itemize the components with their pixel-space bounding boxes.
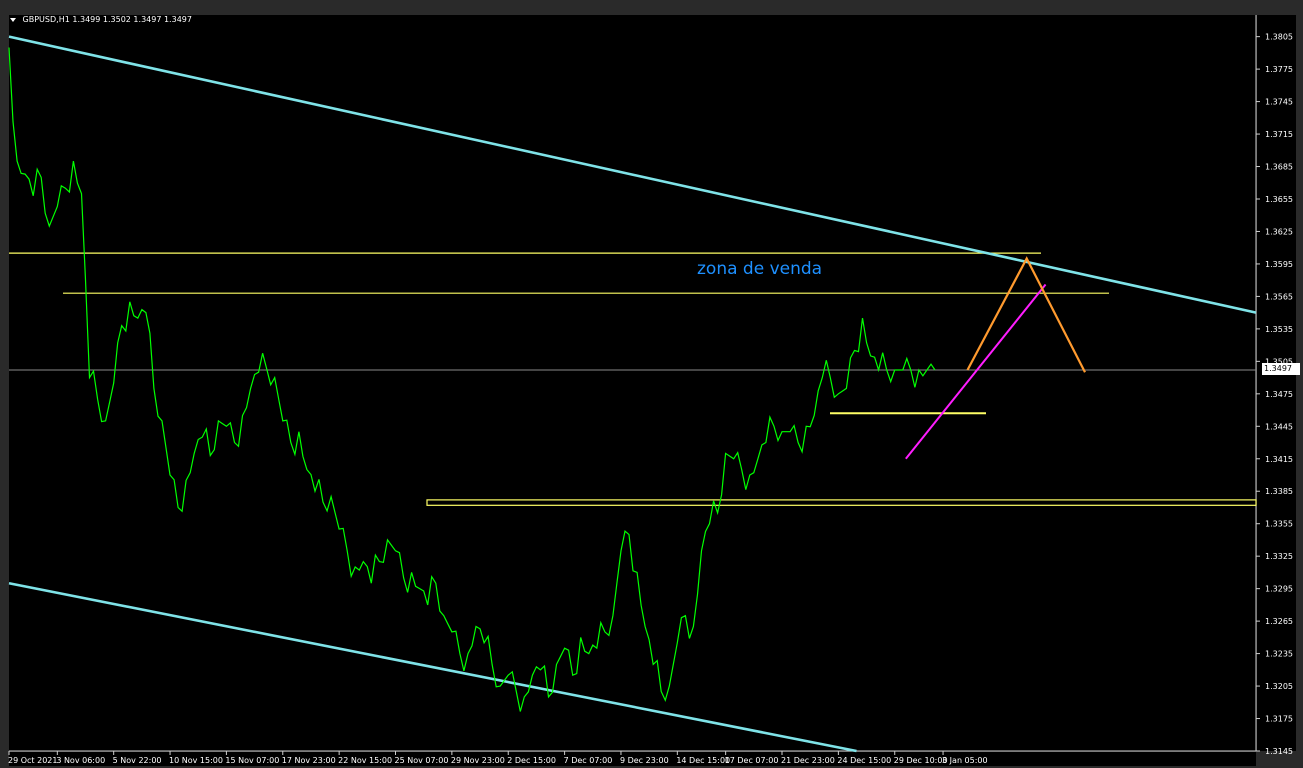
x-tick-label: 25 Nov 07:00	[395, 756, 449, 765]
y-tick-label: 1.3415	[1265, 455, 1293, 464]
x-tick-label: 5 Nov 22:00	[113, 756, 162, 765]
y-tick-label: 1.3775	[1265, 65, 1293, 74]
x-tick-label: 24 Dec 15:00	[837, 756, 891, 765]
x-tick-label: 10 Nov 15:00	[169, 756, 223, 765]
chart-header: GBPUSD,H1 1.3499 1.3502 1.3497 1.3497	[10, 15, 192, 24]
y-tick-label: 1.3385	[1265, 487, 1293, 496]
ohlc-values: 1.3499 1.3502 1.3497 1.3497	[72, 15, 192, 24]
x-tick-label: 29 Oct 2021	[8, 756, 57, 765]
y-tick-label: 1.3655	[1265, 195, 1293, 204]
x-tick-label: 17 Nov 23:00	[282, 756, 336, 765]
x-tick-label: 3 Nov 06:00	[56, 756, 105, 765]
y-tick-label: 1.3325	[1265, 552, 1293, 561]
x-tick-label: 29 Nov 23:00	[451, 756, 505, 765]
current-price-tag: 1.3497	[1262, 363, 1300, 375]
x-tick-label: 17 Dec 07:00	[725, 756, 779, 765]
dropdown-caret-icon[interactable]	[10, 17, 16, 22]
x-tick-label: 29 Dec 10:00	[894, 756, 948, 765]
symbol-label: GBPUSD,H1	[22, 15, 70, 24]
y-tick-label: 1.3265	[1265, 617, 1293, 626]
y-tick-label: 1.3205	[1265, 682, 1293, 691]
x-tick-label: 21 Dec 23:00	[781, 756, 835, 765]
y-tick-label: 1.3355	[1265, 520, 1293, 529]
y-tick-label: 1.3685	[1265, 163, 1293, 172]
y-tick-label: 1.3295	[1265, 585, 1293, 594]
sell-zone-annotation[interactable]: zona de venda	[697, 259, 822, 279]
x-tick-label: 22 Nov 15:00	[338, 756, 392, 765]
x-tick-label: 3 Jan 05:00	[942, 756, 988, 765]
x-tick-label: 14 Dec 15:00	[676, 756, 730, 765]
y-tick-label: 1.3475	[1265, 390, 1293, 399]
x-tick-label: 15 Nov 07:00	[225, 756, 279, 765]
chart-window: 1.3805 1.3775 1.3745 1.3715 1.3685 1.3655 1.36…	[0, 0, 1303, 768]
y-tick-label: 1.3145	[1265, 747, 1293, 756]
y-axis-panel	[1257, 15, 1296, 751]
y-tick-label: 1.3595	[1265, 260, 1293, 269]
x-tick-label: 9 Dec 23:00	[620, 756, 669, 765]
x-tick-label: 7 Dec 07:00	[564, 756, 613, 765]
y-tick-label: 1.3625	[1265, 227, 1293, 236]
plot-area	[9, 15, 1256, 751]
price-chart[interactable]: 1.3805 1.3775 1.3745 1.3715 1.3685 1.3655 1.36…	[0, 0, 1303, 768]
y-tick-label: 1.3445	[1265, 422, 1293, 431]
y-tick-label: 1.3565	[1265, 292, 1293, 301]
y-tick-label: 1.3235	[1265, 650, 1293, 659]
y-tick-label: 1.3805	[1265, 33, 1293, 42]
y-tick-label: 1.3715	[1265, 130, 1293, 139]
y-tick-label: 1.3175	[1265, 715, 1293, 724]
y-tick-label: 1.3535	[1265, 325, 1293, 334]
y-tick-label: 1.3745	[1265, 98, 1293, 107]
x-tick-label: 2 Dec 15:00	[507, 756, 556, 765]
